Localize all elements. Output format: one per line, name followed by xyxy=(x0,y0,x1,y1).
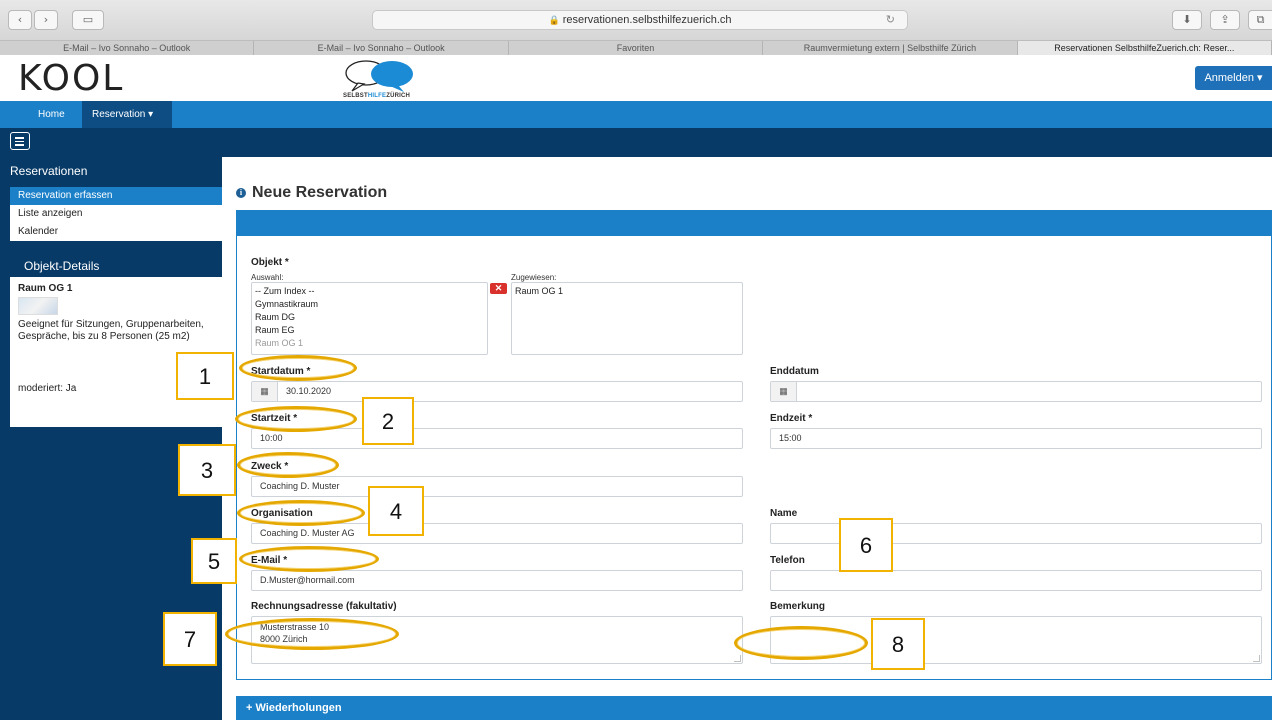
browser-tab-active[interactable]: Reservationen SelbsthilfeZuerich.ch: Res… xyxy=(1017,41,1272,55)
nav-reservation-dropdown[interactable]: Reservation ▾ xyxy=(82,101,172,128)
annotation-ring xyxy=(235,406,357,432)
site-header: KOOL SELBSTHILFEZÜRICH Anmelden ▾ xyxy=(0,56,1272,101)
forward-button[interactable]: › xyxy=(34,10,58,30)
rechnungsadresse-label: Rechnungsadresse (fakultativ) xyxy=(251,601,397,612)
annotation-number-4: 4 xyxy=(368,486,424,536)
annotation-ring xyxy=(239,546,379,572)
endzeit-input[interactable]: 15:00 xyxy=(770,428,1262,449)
room-description: Geeignet für Sitzungen, Gruppenarbeiten,… xyxy=(18,319,204,342)
share-icon[interactable]: ⇪ xyxy=(1210,10,1240,30)
enddatum-label: Enddatum xyxy=(770,366,819,377)
sidebar-details-title: Objekt-Details xyxy=(24,259,100,273)
annotation-number-7: 7 xyxy=(163,612,217,666)
back-button[interactable]: ‹ xyxy=(8,10,32,30)
menu-icon[interactable] xyxy=(10,132,30,150)
page-title: i Neue Reservation xyxy=(236,184,387,202)
zweck-input[interactable]: Coaching D. Muster xyxy=(251,476,743,497)
annotation-number-1: 1 xyxy=(176,352,234,400)
auswahl-listbox[interactable]: -- Zum Index -- Gymnastikraum Raum DG Ra… xyxy=(251,282,488,355)
login-button[interactable]: Anmelden ▾ xyxy=(1195,66,1272,90)
startdatum-input[interactable]: ▦ 30.10.2020 xyxy=(251,381,743,402)
auswahl-label: Auswahl: xyxy=(251,273,284,282)
sidebar-item-kalender[interactable]: Kalender xyxy=(10,223,222,241)
browser-tab[interactable]: Favoriten xyxy=(509,41,764,55)
annotation-ring xyxy=(239,355,357,381)
sub-toolbar xyxy=(0,128,1272,157)
browser-tab[interactable]: Raumvermietung extern | Selbsthilfe Züri… xyxy=(763,41,1018,55)
browser-tab[interactable]: E-Mail – Ivo Sonnaho – Outlook xyxy=(254,41,509,55)
enddatum-input[interactable]: ▦ xyxy=(770,381,1262,402)
zugewiesen-label: Zugewiesen: xyxy=(511,273,557,282)
browser-toolbar: ‹ › ▭ 🔒 reservationen.selbsthilfezuerich… xyxy=(0,0,1272,40)
annotation-ring xyxy=(225,618,399,650)
objekt-label: Objekt * xyxy=(251,257,289,268)
annotation-ring xyxy=(237,452,339,478)
list-item[interactable]: Raum OG 1 xyxy=(515,285,739,298)
address-bar[interactable]: 🔒 reservationen.selbsthilfezuerich.ch ↻ xyxy=(372,10,908,30)
organisation-input[interactable]: Coaching D. Muster AG xyxy=(251,523,743,544)
telefon-label: Telefon xyxy=(770,555,805,566)
wiederholungen-toggle[interactable]: + Wiederholungen xyxy=(236,696,1272,720)
reload-icon[interactable]: ↻ xyxy=(886,11,895,29)
room-thumbnail[interactable] xyxy=(18,297,58,315)
panel-header xyxy=(236,210,1272,236)
annotation-ring xyxy=(734,626,868,660)
kool-logo[interactable]: KOOL xyxy=(18,59,124,99)
download-icon[interactable]: ⬇ xyxy=(1172,10,1202,30)
annotation-number-6: 6 xyxy=(839,518,893,572)
startzeit-input[interactable]: 10:00 xyxy=(251,428,743,449)
browser-tab[interactable]: E-Mail – Ivo Sonnaho – Outlook xyxy=(0,41,255,55)
annotation-ring xyxy=(237,500,365,526)
remove-icon[interactable]: ✕ xyxy=(490,283,507,294)
room-name: Raum OG 1 xyxy=(18,283,73,294)
endzeit-label: Endzeit * xyxy=(770,413,813,424)
sidebar-item-liste-anzeigen[interactable]: Liste anzeigen xyxy=(10,205,222,223)
bemerkung-label: Bemerkung xyxy=(770,601,826,612)
list-item[interactable]: -- Zum Index -- xyxy=(255,285,484,298)
selbsthilfe-wordmark: SELBSTHILFEZÜRICH xyxy=(343,93,411,99)
telefon-input[interactable] xyxy=(770,570,1262,591)
annotation-number-5: 5 xyxy=(191,538,237,584)
name-label: Name xyxy=(770,508,798,519)
browser-tabbar: E-Mail – Ivo Sonnaho – Outlook E-Mail – … xyxy=(0,40,1272,55)
annotation-number-8: 8 xyxy=(871,618,925,670)
list-item[interactable]: Gymnastikraum xyxy=(255,298,484,311)
email-input[interactable]: D.Muster@hormail.com xyxy=(251,570,743,591)
annotation-number-3: 3 xyxy=(178,444,236,496)
lock-icon: 🔒 xyxy=(548,15,560,25)
zugewiesen-listbox[interactable]: Raum OG 1 xyxy=(511,282,743,355)
sidebar-menu: Reservation erfassen Liste anzeigen Kale… xyxy=(10,187,222,241)
sidebar-item-reservation-erfassen[interactable]: Reservation erfassen xyxy=(10,187,222,205)
sidebar-reservations-title: Reservationen xyxy=(10,164,88,178)
annotation-number-2: 2 xyxy=(362,397,414,445)
nav-home[interactable]: Home xyxy=(38,101,65,128)
resize-handle-icon[interactable] xyxy=(734,655,741,662)
main-nav: Home Reservation ▾ xyxy=(0,101,1272,128)
sidebar-toggle-icon[interactable]: ▭ xyxy=(72,10,104,30)
resize-handle-icon[interactable] xyxy=(1253,655,1260,662)
url-text: reservationen.selbsthilfezuerich.ch xyxy=(562,14,732,26)
info-icon: i xyxy=(236,188,246,198)
calendar-icon[interactable]: ▦ xyxy=(252,382,278,401)
show-tabs-icon[interactable]: ⧉ xyxy=(1248,10,1272,30)
list-item[interactable]: Raum EG xyxy=(255,324,484,337)
calendar-icon[interactable]: ▦ xyxy=(771,382,797,401)
list-item[interactable]: Raum DG xyxy=(255,311,484,324)
list-item[interactable]: Raum OG 1 xyxy=(255,337,484,350)
